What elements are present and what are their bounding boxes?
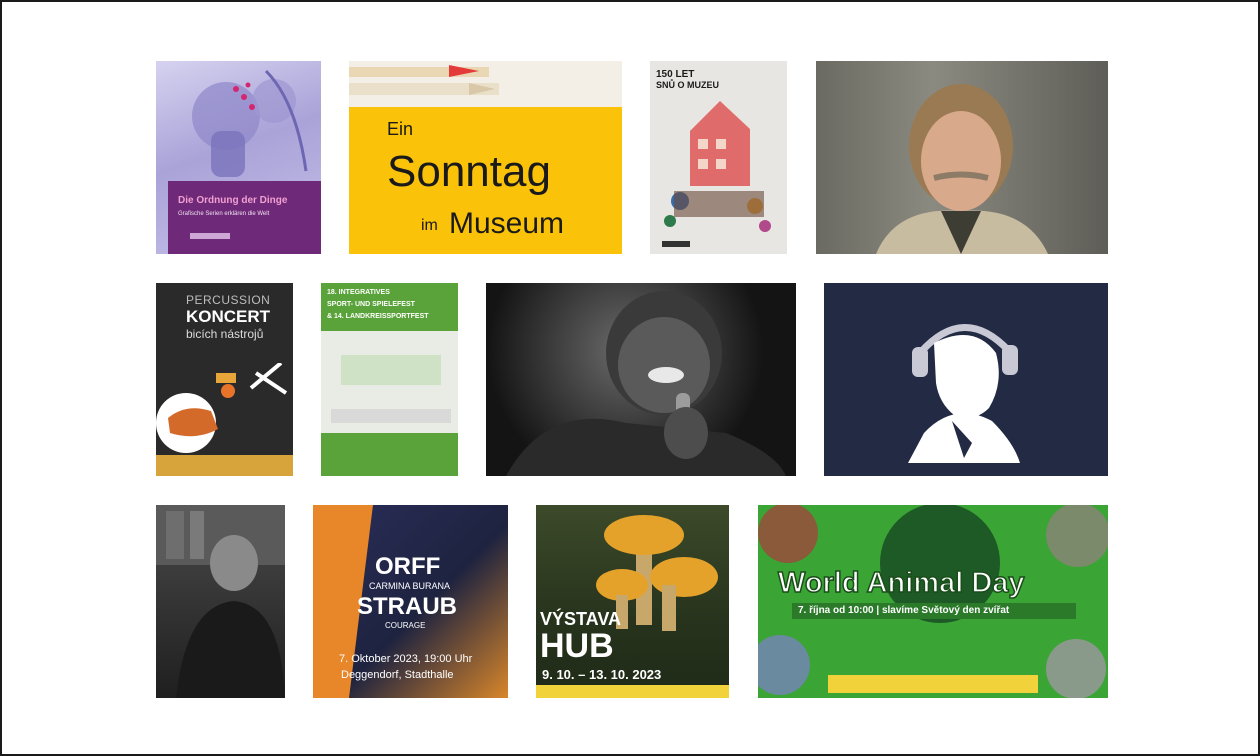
portrait-figure <box>876 84 1048 254</box>
tile-line1: 18. INTEGRATIVES <box>327 289 390 296</box>
tile-line3: & 14. LANDKREISSPORTFEST <box>327 313 429 320</box>
page-frame: Die Ordnung der Dinge Grafische Serien e… <box>0 0 1260 756</box>
tile-line2: Sonntag <box>387 147 551 196</box>
event-tile-orff-straub[interactable]: ORFF CARMINA BURANA STRAUB COURAGE 7. Ok… <box>313 505 508 698</box>
tile-line2: SPORT- UND SPIELEFEST <box>327 301 415 308</box>
tile-line1: ORFF <box>375 553 441 580</box>
header-band: 18. INTEGRATIVES SPORT- UND SPIELEFEST &… <box>321 283 458 331</box>
animal-photos-collage <box>758 505 1108 698</box>
event-tile-150-let-muzeu[interactable]: 150 LET SNŮ O MUZEU <box>650 61 787 254</box>
tile-dates: 9. 10. – 13. 10. 2023 <box>542 667 662 682</box>
tile-line2: KONCERT <box>186 307 271 326</box>
tile-line3-prefix: im <box>421 217 438 234</box>
event-tile-ordnung-der-dinge[interactable]: Die Ordnung der Dinge Grafische Serien e… <box>156 61 321 254</box>
drums-and-map-illustration <box>156 363 293 476</box>
tile-venue: Deggendorf, Stadthalle <box>341 669 454 681</box>
event-tile-sonntag-im-museum[interactable]: Ein Sonntag im Museum <box>349 61 622 254</box>
publisher-logo <box>190 233 230 239</box>
subtitle-band: 7. října od 10:00 | slavíme Světový den … <box>792 603 1076 619</box>
tile-line3: STRAUB <box>357 593 457 620</box>
event-tile-sportfest[interactable]: 18. INTEGRATIVES SPORT- UND SPIELEFEST &… <box>321 283 458 476</box>
sports-figures <box>341 355 441 385</box>
tile-line3: bicích nástrojů <box>186 327 264 341</box>
pencils-image <box>349 61 622 107</box>
footer-band <box>321 433 458 476</box>
tile-title: Die Ordnung der Dinge <box>178 195 288 206</box>
portrait-photo-man[interactable] <box>816 61 1108 254</box>
tile-line4: COURAGE <box>385 621 426 630</box>
composer-headphones-icon <box>908 324 1020 463</box>
event-tile-percussion-koncert[interactable]: PERCUSSION KONCERT bicích nástrojů <box>156 283 293 476</box>
tile-title-2: SNŮ O MUZEU <box>656 80 719 90</box>
event-tile-vystava-hub[interactable]: VÝSTAVA HUB 9. 10. – 13. 10. 2023 <box>536 505 729 698</box>
tile-subtitle: 7. října od 10:00 | slavíme Světový den … <box>798 605 1010 616</box>
tile-line2: CARMINA BURANA <box>369 581 451 591</box>
composer-headphones-logo[interactable] <box>824 283 1108 476</box>
title-band: Die Ordnung der Dinge Grafische Serien e… <box>168 181 321 254</box>
tile-title: World Animal Day <box>777 566 1025 600</box>
sponsor-logos <box>331 409 451 423</box>
tile-line1: PERCUSSION <box>186 293 271 307</box>
tile-subtitle: Grafische Serien erklären die Welt <box>178 211 270 217</box>
singer-figure <box>506 291 786 476</box>
tile-title-1: 150 LET <box>656 69 695 80</box>
bw-portrait-figure <box>156 505 285 698</box>
tile-line1: Ein <box>387 119 414 139</box>
tile-line2: HUB <box>540 627 614 665</box>
portrait-photo-bw[interactable] <box>156 505 285 698</box>
event-tile-world-animal-day[interactable]: World Animal Day 7. října od 10:00 | sla… <box>758 505 1108 698</box>
photo-singer[interactable] <box>486 283 796 476</box>
museum-house-illustration <box>662 101 771 247</box>
tile-date: 7. Oktober 2023, 19:00 Uhr <box>339 653 473 665</box>
tile-line3: Museum <box>449 207 565 240</box>
